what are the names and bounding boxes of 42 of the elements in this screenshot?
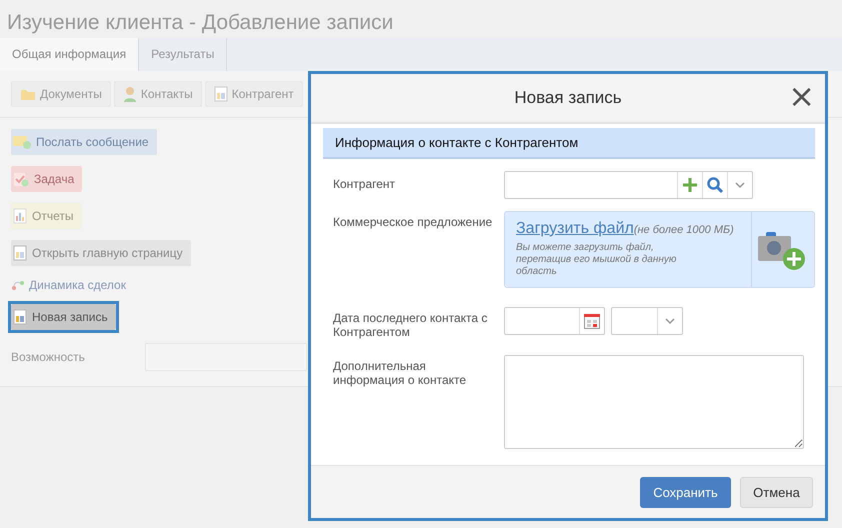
toolbar-button[interactable]: Документы	[11, 81, 111, 107]
dynamics-link[interactable]: Динамика сделок	[11, 277, 126, 293]
upload-link[interactable]: Загрузить файл	[516, 220, 634, 237]
action-button[interactable]: Задача	[11, 166, 82, 192]
envelope-icon	[13, 135, 31, 149]
toolbar-button[interactable]: Контакты	[114, 81, 202, 107]
action-button[interactable]: Отчеты	[11, 203, 82, 229]
tab[interactable]: Результаты	[139, 38, 228, 71]
action-button[interactable]: Открыть главную страницу	[11, 240, 191, 266]
page-title: Изучение клиента - Добавление записи	[6, 10, 394, 36]
chevron-down-icon	[664, 317, 676, 325]
size-limit: (не более 1000 МБ)	[634, 224, 734, 236]
person-icon	[122, 86, 137, 102]
clipboard-check-icon	[13, 171, 29, 187]
time-dropdown[interactable]	[611, 307, 683, 335]
field-label: Дополнительная информация о контакте	[333, 358, 468, 389]
lookup-field[interactable]	[504, 171, 753, 199]
text-area[interactable]	[504, 355, 804, 449]
folder-icon	[20, 87, 36, 101]
field-label: Возможность	[11, 350, 85, 364]
tab[interactable]: Общая информация	[0, 38, 140, 71]
save-button[interactable]: Сохранить	[640, 476, 731, 508]
date-field[interactable]	[504, 307, 605, 335]
document-icon	[214, 86, 228, 102]
action-button[interactable]: Послать сообщение	[11, 129, 157, 155]
close-button[interactable]: ×	[788, 82, 815, 110]
field-label: Дата последнего контакта с Контрагентом	[333, 310, 488, 339]
upload-area[interactable]: Загрузить файл(не более 1000 МБ) Вы можете загрузить файл, перетащив его мышкой в данную область	[504, 211, 815, 288]
document-icon	[13, 245, 27, 261]
report-icon	[13, 208, 27, 224]
section-header: Информация о контакте с Контрагентом	[323, 128, 815, 159]
upload-hint: Вы можете загрузить файл, перетащив его мышкой в данную область	[516, 242, 678, 278]
cancel-button[interactable]: Отмена	[740, 476, 813, 508]
document-icon	[13, 309, 27, 325]
chart-arrows-icon	[11, 279, 25, 291]
action-button[interactable]: Новая запись	[11, 304, 116, 330]
toolbar-button[interactable]: Контрагент	[204, 81, 303, 107]
dialog-title: Новая запись	[514, 88, 622, 108]
input-field[interactable]	[144, 343, 307, 371]
calendar-icon[interactable]	[584, 314, 600, 328]
field-label: Коммерческое предложение	[333, 214, 493, 231]
field-label: Контрагент	[333, 176, 396, 193]
